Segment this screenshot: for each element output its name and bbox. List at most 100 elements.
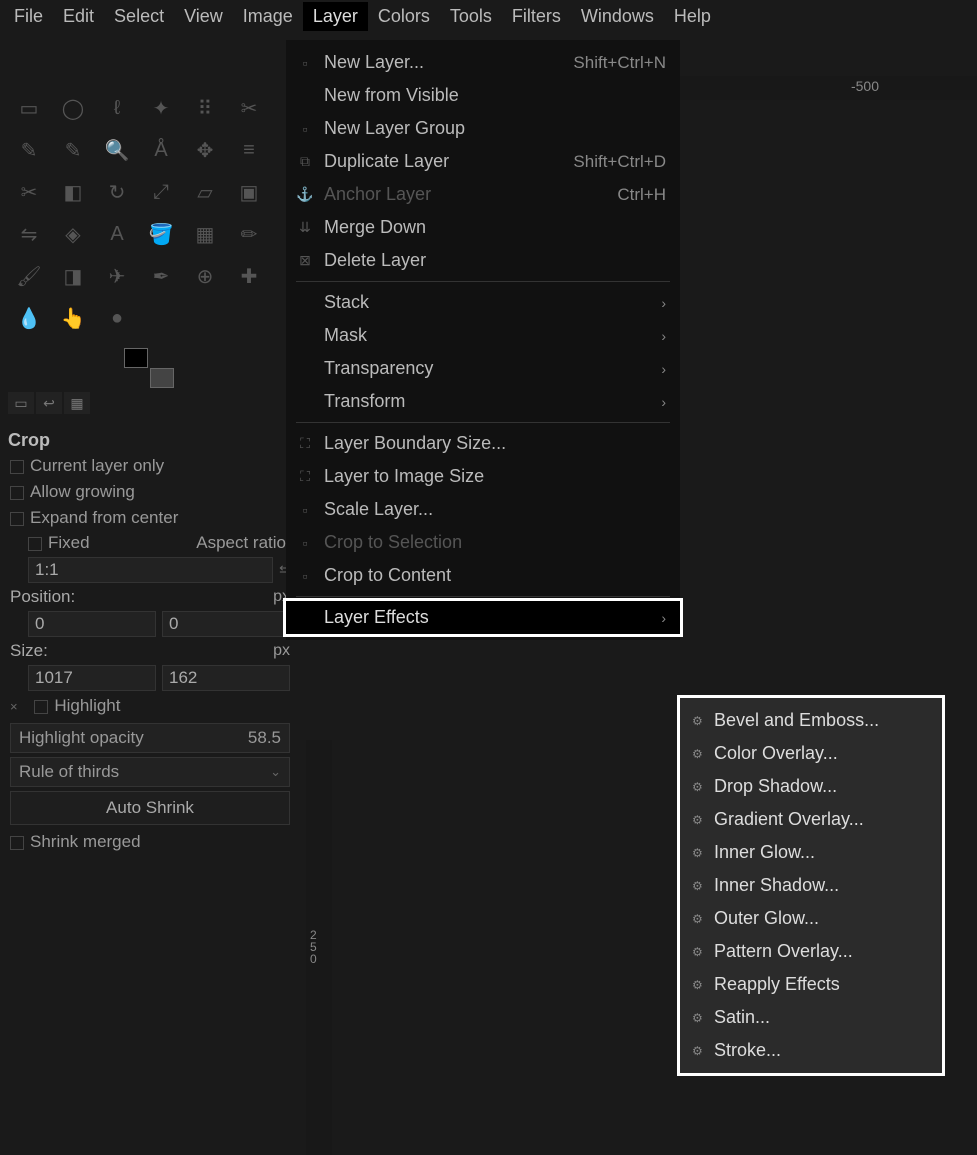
- bg-color[interactable]: [150, 368, 174, 388]
- pos-x-input[interactable]: 0: [28, 611, 156, 637]
- menu-windows[interactable]: Windows: [571, 2, 664, 31]
- tool-measure[interactable]: Å: [140, 130, 182, 170]
- menu-item-transparency[interactable]: Transparency›: [286, 352, 680, 385]
- size-unit[interactable]: px: [250, 642, 290, 660]
- tool-scale[interactable]: ⤢: [140, 172, 182, 212]
- menu-image[interactable]: Image: [233, 2, 303, 31]
- tool-transform[interactable]: ◧: [52, 172, 94, 212]
- submenu-item-gradient-overlay[interactable]: ⚙Gradient Overlay...: [680, 803, 942, 836]
- submenu-item-bevel-and-emboss[interactable]: ⚙Bevel and Emboss...: [680, 704, 942, 737]
- fg-bg-swatch[interactable]: [124, 348, 174, 388]
- tool-zoom[interactable]: 🔍: [96, 130, 138, 170]
- menu-item-label: Anchor Layer: [324, 184, 607, 205]
- tool-clone[interactable]: ⊕: [184, 256, 226, 296]
- tool-flip[interactable]: ⇋: [8, 214, 50, 254]
- menu-item-new-from-visible[interactable]: New from Visible: [286, 79, 680, 112]
- menu-item-transform[interactable]: Transform›: [286, 385, 680, 418]
- submenu-item-drop-shadow[interactable]: ⚙Drop Shadow...: [680, 770, 942, 803]
- tool-rect-select[interactable]: ▭: [8, 88, 50, 128]
- menu-item-merge-down[interactable]: ⇊Merge Down: [286, 211, 680, 244]
- submenu-item-label: Pattern Overlay...: [714, 941, 853, 962]
- menu-select[interactable]: Select: [104, 2, 174, 31]
- fg-color[interactable]: [124, 348, 148, 368]
- tool-smudge[interactable]: 👆: [52, 298, 94, 338]
- tool-shear[interactable]: ▱: [184, 172, 226, 212]
- tool-align[interactable]: ≡: [228, 130, 270, 170]
- fixed-mode-dropdown[interactable]: Aspect ratio: [196, 533, 286, 553]
- menu-item-crop-to-content[interactable]: ▫Crop to Content: [286, 559, 680, 592]
- submenu-item-inner-glow[interactable]: ⚙Inner Glow...: [680, 836, 942, 869]
- tool-pencil[interactable]: ✏: [228, 214, 270, 254]
- chk-highlight[interactable]: Highlight: [34, 696, 120, 716]
- tab-options-icon[interactable]: ▭: [8, 392, 34, 414]
- menu-tools[interactable]: Tools: [440, 2, 502, 31]
- tool-bucket[interactable]: 🪣: [140, 214, 182, 254]
- submenu-item-color-overlay[interactable]: ⚙Color Overlay...: [680, 737, 942, 770]
- tool-ellipse-select[interactable]: ◯: [52, 88, 94, 128]
- tool-brush[interactable]: 🖌: [8, 256, 50, 296]
- menu-colors[interactable]: Colors: [368, 2, 440, 31]
- submenu-item-satin[interactable]: ⚙Satin...: [680, 1001, 942, 1034]
- chk-allow-growing[interactable]: Allow growing: [10, 482, 135, 502]
- pos-y-input[interactable]: 0: [162, 611, 290, 637]
- tool-dodge[interactable]: ●: [96, 298, 138, 338]
- menu-item-new-layer-group[interactable]: ▫New Layer Group: [286, 112, 680, 145]
- guides-dropdown[interactable]: Rule of thirds: [19, 762, 119, 782]
- menu-item-layer-boundary-size[interactable]: ⛶Layer Boundary Size...: [286, 427, 680, 460]
- tool-crop[interactable]: ✂: [8, 172, 50, 212]
- size-h-input[interactable]: 162: [162, 665, 290, 691]
- tool-erase[interactable]: ◨: [52, 256, 94, 296]
- tool-ink[interactable]: ✒: [140, 256, 182, 296]
- size-w-input[interactable]: 1017: [28, 665, 156, 691]
- chk-fixed[interactable]: Fixed: [28, 533, 90, 553]
- tool-paths[interactable]: ✎: [8, 130, 50, 170]
- menu-item-new-layer[interactable]: ▫New Layer...Shift+Ctrl+N: [286, 46, 680, 79]
- tool-rotate[interactable]: ↻: [96, 172, 138, 212]
- tool-blur[interactable]: 💧: [8, 298, 50, 338]
- tool-text[interactable]: A: [96, 214, 138, 254]
- menu-item-scale-layer[interactable]: ▫Scale Layer...: [286, 493, 680, 526]
- chk-shrink-merged[interactable]: Shrink merged: [10, 832, 141, 852]
- tool-scissors[interactable]: ✂: [228, 88, 270, 128]
- submenu-item-inner-shadow[interactable]: ⚙Inner Shadow...: [680, 869, 942, 902]
- menu-item-delete-layer[interactable]: ⊠Delete Layer: [286, 244, 680, 277]
- menu-help[interactable]: Help: [664, 2, 721, 31]
- tool-picker[interactable]: ✎: [52, 130, 94, 170]
- tool-gradient[interactable]: ▦: [184, 214, 226, 254]
- menu-item-layer-effects[interactable]: Layer Effects›: [286, 601, 680, 634]
- highlight-opacity-value[interactable]: 58.5: [248, 728, 281, 748]
- chevron-down-icon: ⌄: [270, 764, 281, 780]
- menu-filters[interactable]: Filters: [502, 2, 571, 31]
- tool-by-color[interactable]: ⠿: [184, 88, 226, 128]
- menu-item-layer-to-image-size[interactable]: ⛶Layer to Image Size: [286, 460, 680, 493]
- menu-layer[interactable]: Layer: [303, 2, 368, 31]
- tool-lasso[interactable]: ℓ: [96, 88, 138, 128]
- tab-device-icon[interactable]: ↩: [36, 392, 62, 414]
- menu-view[interactable]: View: [174, 2, 233, 31]
- tool-airbrush[interactable]: ✈: [96, 256, 138, 296]
- auto-shrink-button[interactable]: Auto Shrink: [10, 791, 290, 825]
- menu-edit[interactable]: Edit: [53, 2, 104, 31]
- position-unit[interactable]: px: [250, 588, 290, 606]
- submenu-item-outer-glow[interactable]: ⚙Outer Glow...: [680, 902, 942, 935]
- menu-file[interactable]: File: [4, 2, 53, 31]
- menu-item-mask[interactable]: Mask›: [286, 319, 680, 352]
- chk-current-layer[interactable]: Current layer only: [10, 456, 164, 476]
- tool-cage[interactable]: ◈: [52, 214, 94, 254]
- menu-item-icon: ⛶: [296, 468, 314, 485]
- menu-item-duplicate-layer[interactable]: ⧉Duplicate LayerShift+Ctrl+D: [286, 145, 680, 178]
- submenu-item-label: Stroke...: [714, 1040, 781, 1061]
- submenu-item-reapply-effects[interactable]: ⚙Reapply Effects: [680, 968, 942, 1001]
- menu-item-label: Duplicate Layer: [324, 151, 563, 172]
- submenu-item-stroke[interactable]: ⚙Stroke...: [680, 1034, 942, 1067]
- tab-images-icon[interactable]: ▦: [64, 392, 90, 414]
- ratio-input[interactable]: 1:1: [28, 557, 273, 583]
- tool-heal[interactable]: ✚: [228, 256, 270, 296]
- menu-item-stack[interactable]: Stack›: [286, 286, 680, 319]
- close-icon[interactable]: ×: [10, 699, 18, 714]
- chk-expand-center[interactable]: Expand from center: [10, 508, 178, 528]
- tool-wand[interactable]: ✦: [140, 88, 182, 128]
- tool-move[interactable]: ✥: [184, 130, 226, 170]
- submenu-item-pattern-overlay[interactable]: ⚙Pattern Overlay...: [680, 935, 942, 968]
- tool-perspective[interactable]: ▣: [228, 172, 270, 212]
